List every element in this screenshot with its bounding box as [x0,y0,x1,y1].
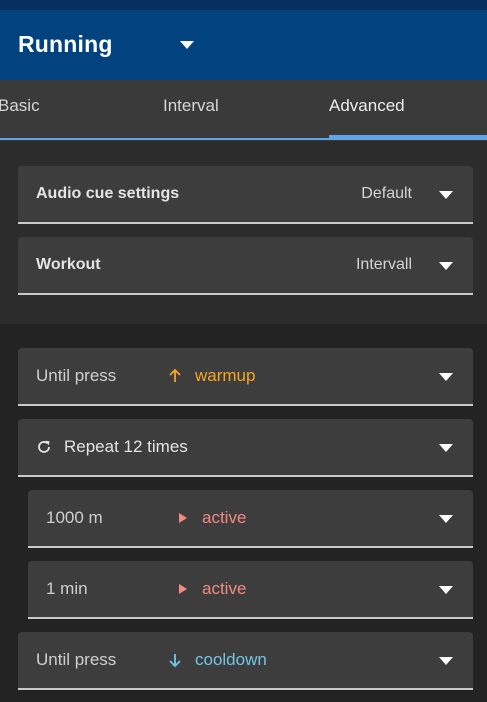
play-icon [179,513,187,523]
repeat-label: Repeat 12 times [64,437,188,456]
step-warmup[interactable]: Until press warmup [18,348,473,406]
arrow-down-icon [169,654,181,668]
audio-cue-dropdown[interactable]: Audio cue settings Default [18,166,473,224]
status-bar [0,0,487,10]
step-active[interactable]: 1000 m active [28,490,473,548]
tab-basic[interactable]: Basic [0,80,40,141]
chevron-down-icon[interactable] [439,373,453,381]
settings-panel: Audio cue settings Default Workout Inter… [0,141,487,324]
workout-steps-panel: Until press warmup Repeat 12 times 1000 … [0,324,487,702]
step-type: active [202,508,247,527]
step-cooldown[interactable]: Until press cooldown [18,632,473,690]
workout-value: Intervall [355,256,412,273]
step-type: warmup [195,366,256,385]
step-duration: Until press [36,650,117,669]
step-repeat[interactable]: Repeat 12 times [18,419,473,477]
sport-selector[interactable]: Running [18,31,113,58]
refresh-icon [38,440,50,453]
chevron-down-icon[interactable] [439,262,453,270]
audio-cue-label: Audio cue settings [36,185,180,202]
step-duration: 1000 m [46,508,103,527]
tab-indicator [329,135,487,140]
tab-bar: Basic Interval Advanced [0,80,487,141]
audio-cue-value: Default [361,185,412,202]
step-active[interactable]: 1 min active [28,561,473,619]
arrow-up-icon [169,368,181,382]
app-bar: Running [0,10,487,80]
chevron-down-icon[interactable] [439,515,453,523]
tab-advanced[interactable]: Advanced [329,80,405,141]
step-duration: Until press [36,366,117,385]
workout-label: Workout [36,256,101,273]
workout-dropdown[interactable]: Workout Intervall [18,237,473,295]
chevron-down-icon[interactable] [439,444,453,452]
step-type: active [202,579,247,598]
chevron-down-icon[interactable] [180,41,194,49]
chevron-down-icon[interactable] [439,657,453,665]
play-icon [179,584,187,594]
tab-interval[interactable]: Interval [163,80,219,141]
step-duration: 1 min [46,579,88,598]
step-type: cooldown [195,650,267,669]
chevron-down-icon[interactable] [439,191,453,199]
chevron-down-icon[interactable] [439,586,453,594]
